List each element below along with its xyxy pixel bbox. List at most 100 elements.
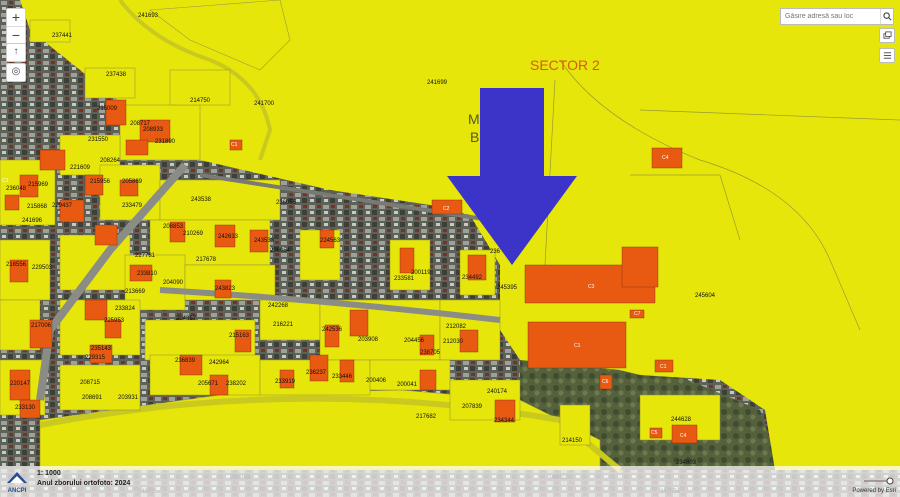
svg-text:C1: C1 — [2, 178, 9, 184]
svg-text:234492: 234492 — [462, 275, 483, 281]
svg-text:203908: 203908 — [358, 337, 379, 343]
ortho-year-text: Anul zborului ortofoto: 2024 — [37, 480, 131, 487]
svg-text:221609: 221609 — [70, 165, 91, 171]
svg-text:C1: C1 — [660, 364, 667, 370]
zoom-controls: + − — [6, 8, 26, 45]
svg-text:233810: 233810 — [137, 271, 158, 277]
zoom-out-icon[interactable]: − — [7, 26, 25, 44]
map-view[interactable]: 241693 237441 237438 241699 241700 21475… — [0, 0, 900, 497]
svg-text:236055: 236055 — [276, 200, 297, 206]
opacity-slider[interactable] — [864, 477, 894, 485]
svg-text:205671: 205671 — [198, 381, 219, 387]
svg-text:236054: 236054 — [270, 248, 291, 254]
svg-text:233446: 233446 — [332, 374, 353, 380]
svg-text:208691: 208691 — [82, 395, 103, 401]
search-widget — [780, 8, 894, 25]
svg-text:229437: 229437 — [52, 203, 73, 209]
svg-text:233130: 233130 — [15, 405, 36, 411]
zoom-in-icon[interactable]: + — [7, 9, 25, 26]
svg-text:C1: C1 — [231, 142, 238, 148]
svg-text:215956: 215956 — [90, 179, 111, 185]
search-input[interactable] — [781, 13, 880, 20]
svg-text:244628: 244628 — [671, 417, 692, 423]
svg-text:203931: 203931 — [118, 395, 139, 401]
svg-text:215163: 215163 — [229, 333, 250, 339]
svg-text:233919: 233919 — [275, 379, 296, 385]
svg-text:C4: C4 — [680, 433, 687, 439]
svg-text:214150: 214150 — [562, 438, 583, 444]
map-footer: ANCPI 1: 1000 Anul zborului ortofoto: 20… — [0, 466, 900, 497]
svg-text:216221: 216221 — [273, 322, 294, 328]
powered-by-text: Powered by Esri — [852, 488, 896, 494]
svg-text:215868: 215868 — [27, 204, 48, 210]
svg-text:245395: 245395 — [497, 285, 518, 291]
svg-text:241693: 241693 — [138, 13, 159, 19]
svg-text:236237: 236237 — [306, 370, 327, 376]
svg-text:236048: 236048 — [6, 186, 27, 192]
svg-text:243533: 243533 — [254, 238, 275, 244]
svg-text:205869: 205869 — [122, 179, 143, 185]
svg-text:229315: 229315 — [85, 355, 106, 361]
svg-text:200119: 200119 — [411, 270, 431, 276]
svg-text:236: 236 — [490, 249, 501, 255]
map-canvas[interactable]: 241693 237441 237438 241699 241700 21475… — [0, 0, 900, 497]
svg-text:242268: 242268 — [268, 303, 289, 309]
svg-text:208264: 208264 — [100, 158, 121, 164]
svg-text:242964: 242964 — [209, 360, 230, 366]
svg-text:233479: 233479 — [122, 203, 143, 209]
svg-text:236839: 236839 — [175, 358, 196, 364]
svg-text:204090: 204090 — [163, 280, 184, 286]
svg-text:200406: 200406 — [366, 378, 387, 384]
list-icon[interactable] — [879, 48, 895, 63]
svg-text:C1: C1 — [574, 343, 581, 349]
svg-text:204357: 204357 — [176, 316, 197, 322]
svg-text:C3: C3 — [588, 284, 595, 290]
svg-text:C6: C6 — [602, 379, 609, 385]
svg-text:225953: 225953 — [104, 318, 125, 324]
svg-text:238202: 238202 — [226, 381, 247, 387]
svg-text:208715: 208715 — [80, 380, 101, 386]
svg-text:215009: 215009 — [97, 106, 118, 112]
svg-text:241699: 241699 — [427, 80, 448, 86]
svg-text:C5: C5 — [651, 430, 658, 436]
svg-text:208853: 208853 — [163, 224, 184, 230]
svg-text:227781: 227781 — [135, 253, 156, 259]
svg-text:C4: C4 — [662, 155, 669, 161]
svg-text:212082: 212082 — [446, 324, 467, 330]
north-arrow-icon[interactable]: ↑ — [6, 43, 26, 62]
svg-text:208933: 208933 — [143, 127, 164, 133]
svg-text:242633: 242633 — [218, 234, 239, 240]
svg-text:238705: 238705 — [420, 350, 441, 356]
svg-text:217682: 217682 — [416, 414, 437, 420]
svg-text:214750: 214750 — [190, 98, 211, 104]
locate-icon[interactable]: ◎ — [6, 63, 26, 82]
svg-text:204456: 204456 — [404, 338, 425, 344]
svg-text:237438: 237438 — [106, 72, 127, 78]
svg-text:224563: 224563 — [320, 238, 341, 244]
svg-text:220147: 220147 — [10, 381, 31, 387]
svg-text:237441: 237441 — [52, 33, 73, 39]
svg-text:241700: 241700 — [254, 101, 275, 107]
svg-text:245604: 245604 — [695, 293, 716, 299]
svg-text:233581: 233581 — [394, 276, 415, 282]
svg-text:231890: 231890 — [155, 139, 176, 145]
svg-text:217006: 217006 — [31, 323, 52, 329]
svg-text:242536: 242536 — [322, 327, 343, 333]
svg-text:218556: 218556 — [6, 262, 27, 268]
layers-icon[interactable] — [879, 28, 895, 43]
svg-text:217678: 217678 — [196, 257, 217, 263]
svg-text:210269: 210269 — [183, 231, 204, 237]
svg-text:229503: 229503 — [32, 265, 53, 271]
search-icon[interactable] — [880, 9, 893, 24]
scale-text: 1: 1000 — [37, 470, 61, 477]
svg-text:213669: 213669 — [125, 289, 146, 295]
svg-text:233824: 233824 — [115, 306, 136, 312]
svg-text:231550: 231550 — [88, 137, 109, 143]
ancpi-logo: ANCPI — [7, 472, 27, 494]
svg-text:ANCPI: ANCPI — [8, 488, 27, 494]
svg-text:234344: 234344 — [494, 418, 515, 424]
svg-text:C7: C7 — [634, 311, 641, 317]
svg-text:200041: 200041 — [397, 382, 418, 388]
svg-text:243823: 243823 — [215, 286, 236, 292]
svg-text:241696: 241696 — [22, 218, 43, 224]
